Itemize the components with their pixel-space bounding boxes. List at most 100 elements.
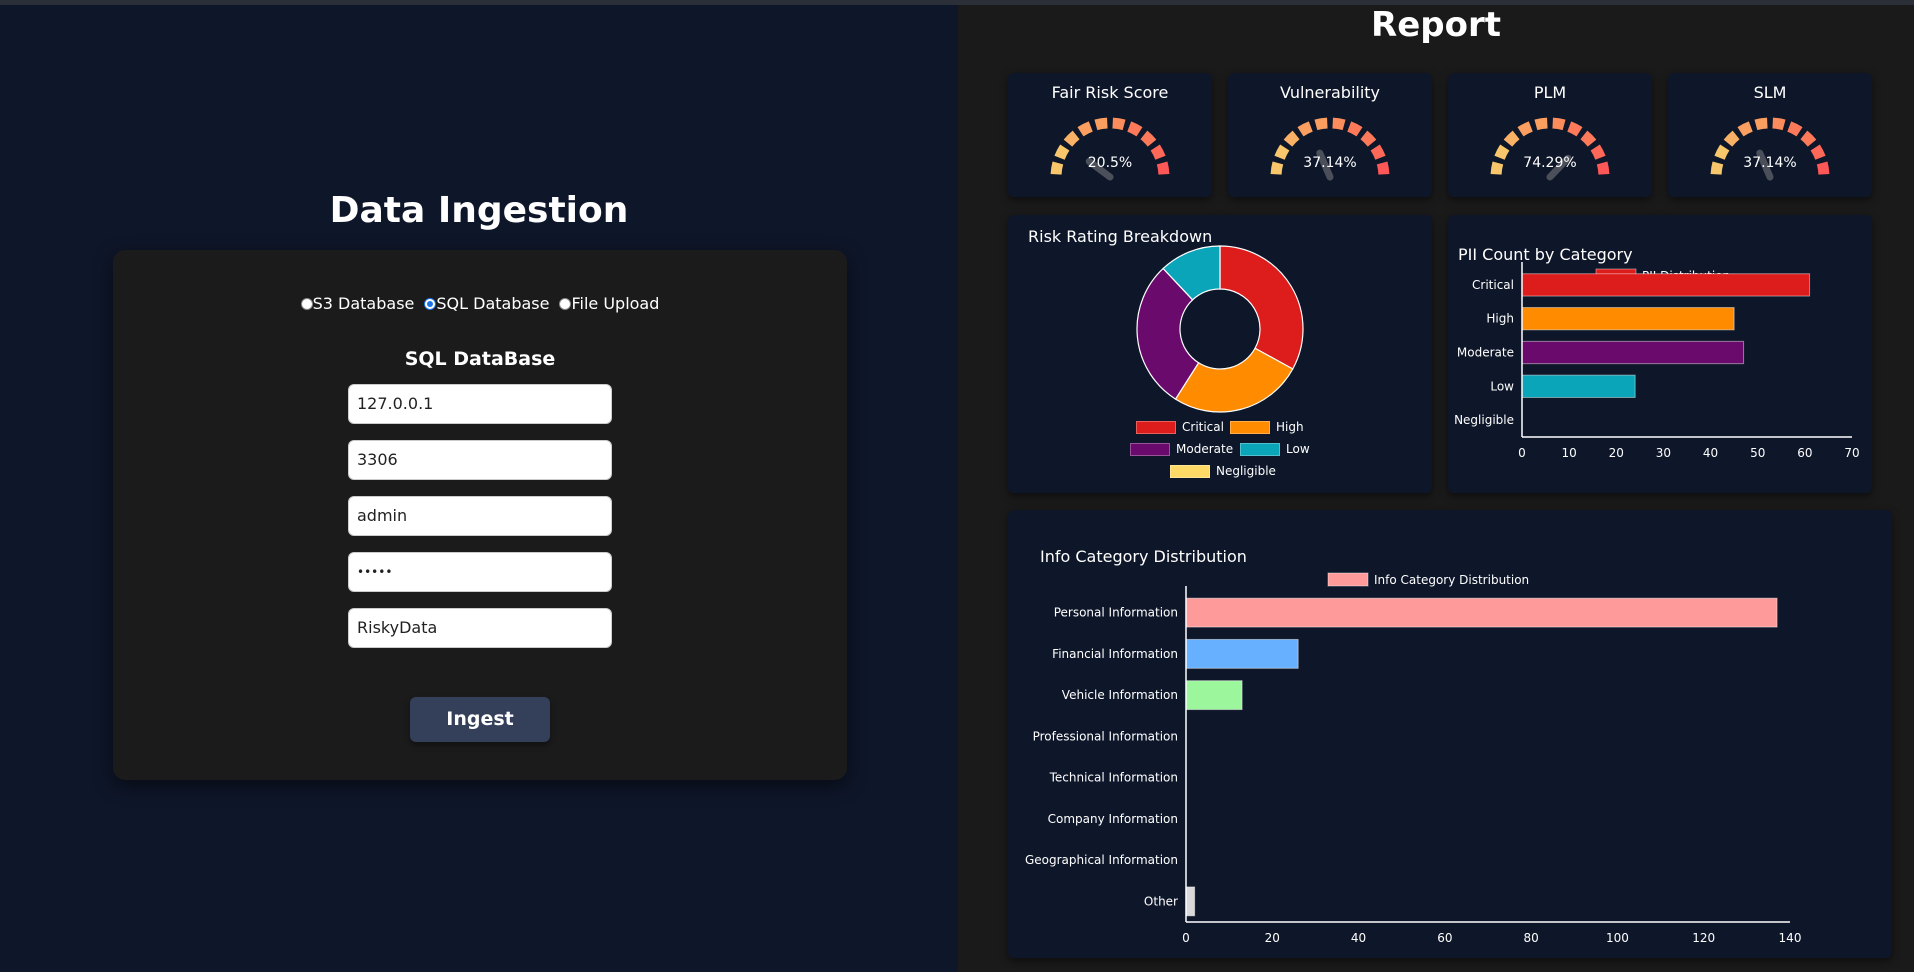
x-tick-label: 0 <box>1182 931 1190 945</box>
gauge-segment <box>1347 121 1363 137</box>
source-option-sql[interactable]: SQL Database <box>424 294 549 313</box>
s3-radio[interactable] <box>300 297 313 310</box>
bar-low[interactable] <box>1521 374 1636 398</box>
category-label: Negligible <box>1454 413 1514 427</box>
source-selector: S3 Database SQL Database File Upload <box>113 294 847 313</box>
bar-personal-information[interactable] <box>1185 597 1778 628</box>
bar-critical[interactable] <box>1521 273 1811 297</box>
password-field[interactable]: ••••• <box>348 552 612 592</box>
category-label: Geographical Information <box>1025 853 1178 867</box>
legend-swatch <box>1170 464 1210 478</box>
x-tick-label: 80 <box>1524 931 1539 945</box>
legend-label: Critical <box>1182 420 1224 434</box>
category-label: Moderate <box>1457 346 1514 360</box>
gauge-dial <box>1050 117 1170 181</box>
gauge-segment <box>1332 117 1346 131</box>
ingestion-card: S3 Database SQL Database File Upload SQL… <box>113 250 847 780</box>
source-option-file[interactable]: File Upload <box>559 294 659 313</box>
sql-form-title: SQL DataBase <box>404 348 556 370</box>
source-option-s3[interactable]: S3 Database <box>300 294 414 313</box>
gauge-segment <box>1534 117 1548 131</box>
x-tick-label: 50 <box>1750 446 1765 460</box>
category-label: Vehicle Information <box>1062 688 1178 702</box>
legend-swatch <box>1327 572 1369 587</box>
x-tick-label: 100 <box>1606 931 1629 945</box>
sql-radio[interactable] <box>424 297 437 310</box>
bar-high[interactable] <box>1521 307 1735 331</box>
port-field[interactable]: 3306 <box>348 440 612 480</box>
legend-swatch <box>1240 442 1280 456</box>
gauge-segment <box>1580 130 1597 147</box>
gauge-vulnerability: Vulnerability 37.14% <box>1228 73 1432 197</box>
gauge-segment <box>1800 130 1817 147</box>
report-pane: Report Fair Risk Score 20.5% Vulnerabili… <box>958 5 1914 972</box>
legend-moderate[interactable]: Moderate <box>1130 442 1233 456</box>
category-label: Company Information <box>1048 812 1178 826</box>
category-label: Critical <box>1472 278 1514 292</box>
legend-low[interactable]: Low <box>1240 442 1310 456</box>
info-category-panel: Info Category Distribution Info Category… <box>1008 510 1892 958</box>
category-label: High <box>1486 312 1514 326</box>
username-field[interactable]: admin <box>348 496 612 536</box>
gauge-value: 20.5% <box>1087 155 1133 171</box>
chart-legend[interactable]: Info Category Distribution <box>1327 572 1529 587</box>
legend-high[interactable]: High <box>1230 420 1304 434</box>
ingestion-title: Data Ingestion <box>329 190 629 231</box>
gauge-dial <box>1710 117 1830 181</box>
info-category-chart: Info Category Distribution Personal Infor… <box>1025 572 1802 945</box>
bar-moderate[interactable] <box>1521 340 1745 365</box>
host-field[interactable]: 127.0.0.1 <box>348 384 612 424</box>
x-tick-label: 40 <box>1351 931 1366 945</box>
x-tick-label: 140 <box>1779 931 1802 945</box>
gauge-segment <box>1360 130 1377 147</box>
x-tick-label: 120 <box>1692 931 1715 945</box>
gauge-dial <box>1490 117 1610 181</box>
gauge-segment <box>1772 117 1786 131</box>
pii-count-chart: PII DistributionCriticalHighModerateLowN… <box>1454 262 1860 460</box>
gauge-value: 37.14% <box>1743 155 1797 171</box>
x-tick-label: 40 <box>1703 446 1718 460</box>
donut-slice-critical[interactable] <box>1219 245 1304 370</box>
gauge-segment <box>1063 130 1080 147</box>
gauge-value: 74.29% <box>1523 155 1577 171</box>
legend-label: Info Category Distribution <box>1374 573 1529 587</box>
x-tick-label: 30 <box>1656 446 1671 460</box>
gauge-plm: PLM 74.29% <box>1448 73 1652 197</box>
legend-swatch <box>1130 442 1170 456</box>
gauge-segment <box>1077 121 1093 137</box>
gauge-segment <box>1754 117 1768 131</box>
legend-critical[interactable]: Critical <box>1136 420 1224 434</box>
gauge-segment <box>1140 130 1157 147</box>
category-label: Personal Information <box>1054 606 1178 620</box>
gauge-segment <box>1567 121 1583 137</box>
x-tick-label: 60 <box>1437 931 1452 945</box>
gauge-segment <box>1094 117 1108 131</box>
ingestion-pane: Data Ingestion S3 Database SQL Database … <box>0 5 958 972</box>
gauge-segment <box>1517 121 1533 137</box>
file-radio[interactable] <box>559 297 572 310</box>
x-tick-label: 20 <box>1265 931 1280 945</box>
category-label: Professional Information <box>1033 729 1178 743</box>
bar-financial-information[interactable] <box>1185 638 1299 669</box>
legend-negligible[interactable]: Negligible <box>1170 464 1276 478</box>
gauge-segment <box>1314 117 1328 131</box>
bar-other[interactable] <box>1185 886 1196 917</box>
database-field[interactable]: RiskyData <box>348 608 612 648</box>
gauge-value: 37.14% <box>1303 155 1357 171</box>
gauge-segment <box>1787 121 1803 137</box>
sql-label: SQL Database <box>436 294 550 313</box>
gauge-segment <box>1552 117 1566 131</box>
risk-rating-panel: Risk Rating Breakdown Critical High Mode… <box>1008 215 1432 493</box>
bar-vehicle-information[interactable] <box>1185 680 1243 711</box>
gauge-dial <box>1270 117 1390 181</box>
legend-label: High <box>1276 420 1304 434</box>
file-label: File Upload <box>571 294 660 313</box>
ingest-button[interactable]: Ingest <box>410 697 550 742</box>
gauge-segment <box>1737 121 1753 137</box>
gauge-segment <box>1723 130 1740 147</box>
category-label: Other <box>1144 894 1178 908</box>
legend-swatch <box>1230 420 1270 434</box>
gauge-slm: SLM 37.14% <box>1668 73 1872 197</box>
gauge-segment <box>1112 117 1126 131</box>
x-tick-label: 70 <box>1844 446 1859 460</box>
